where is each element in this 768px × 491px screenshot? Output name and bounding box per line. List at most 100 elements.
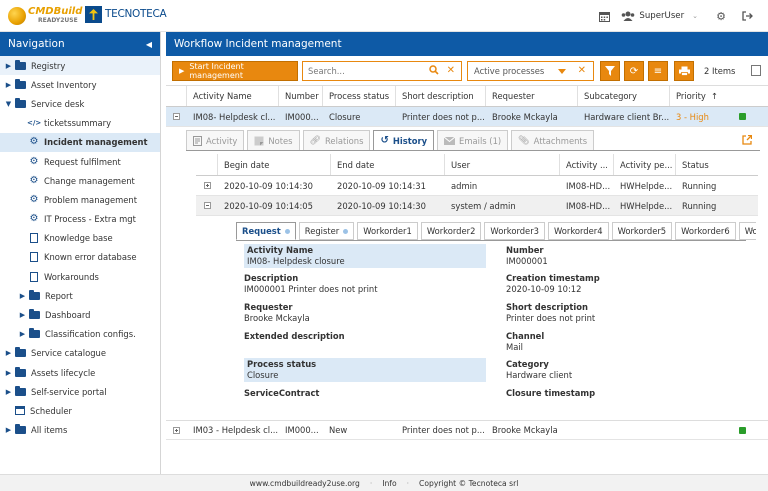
calendar-icon[interactable] — [597, 9, 611, 23]
column-header-activity[interactable]: Activity Name — [187, 86, 279, 106]
step-tab-register[interactable]: Register — [298, 222, 355, 240]
tab-activity[interactable]: Activity — [186, 130, 245, 150]
expand-row-icon[interactable] — [166, 421, 187, 439]
sidebar-item-scheduler[interactable]: Scheduler — [0, 401, 160, 420]
caret-right-icon[interactable]: ▶ — [4, 81, 13, 89]
column-header-short-description[interactable]: Short description — [396, 86, 486, 106]
caret-right-icon[interactable]: ▶ — [4, 388, 13, 396]
sidebar-item-service-catalogue[interactable]: ▶ Service catalogue — [0, 344, 160, 363]
tab-relations[interactable]: 🔗︎ Relations — [302, 130, 371, 150]
logout-icon[interactable] — [740, 9, 754, 23]
column-header-process-status[interactable]: Process status — [323, 86, 396, 106]
sidebar-item-it-process-extra-mgt[interactable]: ⚙ IT Process - Extra mgt — [0, 210, 160, 229]
caret-right-icon[interactable]: ▶ — [4, 349, 13, 357]
sidebar-item-all-items[interactable]: ▶ All items — [0, 421, 160, 440]
expand-row-icon[interactable] — [196, 176, 218, 195]
sidebar-item-report[interactable]: ▶ Report — [0, 286, 160, 305]
caret-right-icon[interactable]: ▶ — [18, 330, 27, 338]
sidebar-item-label: Service catalogue — [31, 348, 106, 359]
caret-right-icon[interactable]: ▶ — [18, 311, 27, 319]
sidebar-item-known-error-database[interactable]: Known error database — [0, 248, 160, 267]
doc-icon — [30, 252, 38, 263]
start-process-label: Start Incident management — [189, 62, 244, 80]
chevron-right-icon[interactable]: › — [750, 225, 754, 236]
sidebar-item-change-management[interactable]: ⚙ Change management — [0, 171, 160, 190]
caret-right-icon[interactable]: ▶ — [4, 62, 13, 70]
sidebar-item-registry[interactable]: ▶ Registry — [0, 56, 160, 76]
sidebar-item-label: Known error database — [44, 252, 137, 263]
chevron-down-icon: ⌄ — [692, 12, 698, 20]
column-header-activity-performer[interactable]: Activity pe... — [614, 154, 676, 175]
table-row[interactable]: IM03 - Helpdesk cl... IM000... New Print… — [166, 420, 768, 440]
clear-filter-icon[interactable]: ✕ — [578, 65, 586, 76]
footer-site-link[interactable]: www.cmdbuildready2use.org — [250, 479, 360, 488]
step-tab-workorder3[interactable]: Workorder3 — [484, 222, 545, 240]
print-button[interactable] — [674, 61, 694, 81]
open-external-icon[interactable] — [742, 134, 753, 148]
folder-icon — [29, 328, 40, 339]
sidebar-item-label: Registry — [31, 60, 66, 71]
user-menu[interactable]: SuperUser ⌄ — [621, 11, 698, 21]
sidebar-item-workarounds[interactable]: Workarounds — [0, 267, 160, 286]
process-filter-select[interactable]: Active processes ✕ — [467, 61, 594, 81]
caret-right-icon[interactable]: ▶ — [4, 426, 13, 434]
tab-notes[interactable]: Notes — [247, 130, 300, 150]
chevron-down-icon[interactable] — [558, 69, 566, 74]
column-header-requester[interactable]: Requester — [486, 86, 578, 106]
caret-right-icon[interactable]: ▶ — [4, 369, 13, 377]
tab-attachments[interactable]: 📎︎ Attachments — [511, 130, 595, 150]
collapse-left-icon[interactable]: ◀ — [146, 40, 152, 49]
collapse-row-icon[interactable] — [196, 196, 218, 215]
navigation-title: Navigation — [8, 38, 65, 50]
sidebar-item-dashboard[interactable]: ▶ Dashboard — [0, 305, 160, 324]
menu-button[interactable]: ≡ — [648, 61, 668, 81]
sidebar-item-problem-management[interactable]: ⚙ Problem management — [0, 190, 160, 209]
start-process-button[interactable]: ▶ Start Incident management — [172, 61, 298, 81]
caret-right-icon[interactable]: ▶ — [18, 292, 27, 300]
footer: www.cmdbuildready2use.org · Info · Copyr… — [0, 474, 768, 491]
step-tab-workorder5[interactable]: Workorder5 — [611, 222, 673, 240]
history-row[interactable]: 2020-10-09 10:14:05 2020-10-09 10:14:30 … — [196, 196, 758, 216]
step-detail: Request Register Workorder1 Workorder2 Worko… — [236, 222, 756, 418]
step-tab-request[interactable]: Request — [236, 222, 296, 240]
sidebar-item-ticketssummary[interactable]: </> ticketssummary — [0, 114, 160, 133]
folder-icon — [15, 78, 26, 89]
tab-emails[interactable]: Emails (1) — [437, 130, 509, 150]
sidebar-item-knowledge-base[interactable]: Knowledge base — [0, 229, 160, 248]
sidebar-item-self-service-portal[interactable]: ▶ Self-service portal — [0, 382, 160, 401]
column-header-begin-date[interactable]: Begin date — [218, 154, 331, 175]
caret-down-icon[interactable]: ▼ — [4, 100, 13, 108]
cell-activity: IM08-HD... — [566, 180, 611, 191]
filter-button[interactable] — [600, 61, 620, 81]
step-tab-workorder2[interactable]: Workorder2 — [420, 222, 482, 240]
save-preferences-icon[interactable] — [751, 65, 761, 76]
sidebar-item-incident-management[interactable]: ⚙ Incident management — [0, 132, 160, 152]
column-header-subcategory[interactable]: Subcategory — [578, 86, 670, 106]
column-header-number[interactable]: Number — [279, 86, 323, 106]
search-input[interactable]: Search... ✕ — [302, 61, 462, 81]
footer-info-link[interactable]: Info — [382, 479, 396, 488]
history-row[interactable]: 2020-10-09 10:14:30 2020-10-09 10:14:31 … — [196, 176, 758, 196]
field-channel: Channel Mail — [506, 331, 545, 352]
sidebar-item-assets-lifecycle[interactable]: ▶ Assets lifecycle — [0, 363, 160, 382]
refresh-button[interactable]: ⟳ — [624, 61, 644, 81]
paperclip-icon: 📎︎ — [518, 135, 530, 146]
sidebar-item-service-desk[interactable]: ▼ Service desk — [0, 94, 160, 113]
sidebar-item-classification-configs[interactable]: ▶ Classification configs. — [0, 325, 160, 344]
column-header-end-date[interactable]: End date — [331, 154, 445, 175]
column-header-priority[interactable]: Priority ↑ — [670, 86, 732, 106]
table-row[interactable]: IM08- Helpdesk cl... IM000... Closure Pr… — [166, 107, 768, 127]
column-header-user[interactable]: User — [445, 154, 560, 175]
sidebar-item-request-fulfilment[interactable]: ⚙ Request fulfilment — [0, 152, 160, 171]
column-header-status[interactable]: Status — [676, 154, 756, 175]
sidebar-item-asset-inventory[interactable]: ▶ Asset Inventory — [0, 75, 160, 94]
tab-history[interactable]: ↺ History — [373, 130, 435, 150]
collapse-row-icon[interactable] — [166, 107, 187, 126]
column-header-activity[interactable]: Activity ... — [560, 154, 614, 175]
step-tab-workorder6[interactable]: Workorder6 — [675, 222, 736, 240]
search-icon[interactable] — [429, 65, 439, 78]
gear-icon[interactable]: ⚙ — [714, 9, 728, 23]
clear-search-icon[interactable]: ✕ — [447, 65, 455, 76]
step-tab-workorder4[interactable]: Workorder4 — [547, 222, 609, 240]
step-tab-workorder1[interactable]: Workorder1 — [357, 222, 418, 240]
